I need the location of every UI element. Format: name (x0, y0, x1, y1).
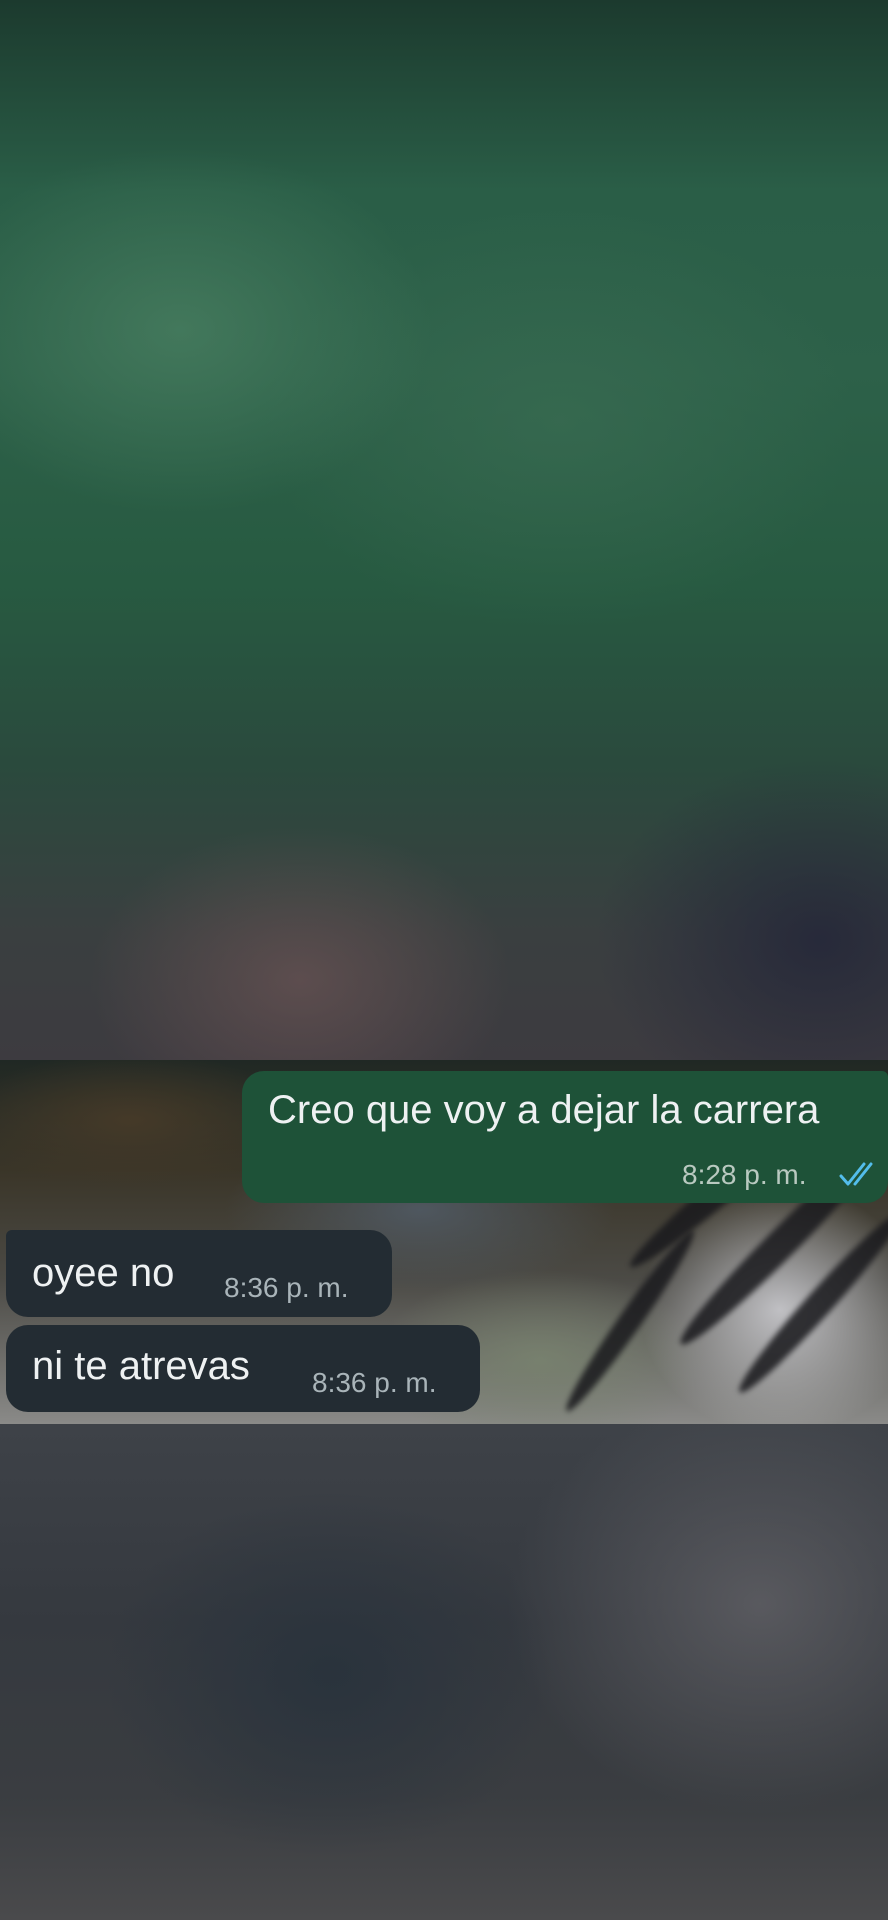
message-bubble-incoming[interactable]: oyee no 8:36 p. m. (6, 1230, 392, 1317)
blurred-background-top (0, 0, 888, 1060)
message-text: oyee no (32, 1251, 175, 1295)
double-check-read-icon (839, 1162, 873, 1186)
message-time: 8:36 p. m. (224, 1272, 349, 1303)
message-bubble-outgoing[interactable]: Creo que voy a dejar la carrera 8:28 p. … (242, 1071, 888, 1203)
blurred-background-bottom (0, 1424, 888, 1920)
message-time: 8:28 p. m. (682, 1159, 807, 1190)
message-text: Creo que voy a dejar la carrera (268, 1088, 820, 1132)
message-bubble-incoming[interactable]: ni te atrevas 8:36 p. m. (6, 1325, 480, 1412)
message-text: ni te atrevas (32, 1344, 250, 1388)
screenshot-canvas: Creo que voy a dejar la carrera 8:28 p. … (0, 0, 888, 1920)
message-time: 8:36 p. m. (312, 1367, 437, 1398)
